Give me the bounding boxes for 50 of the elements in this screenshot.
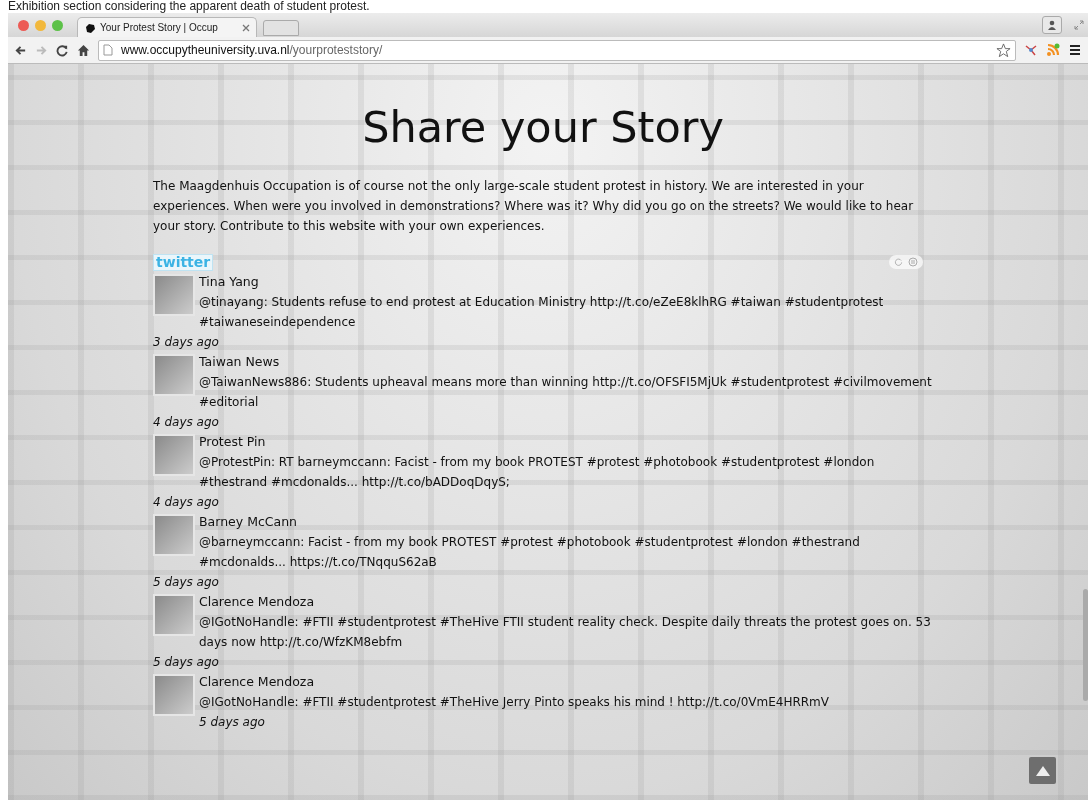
address-bar[interactable]: www.occupytheuniversity.uva.nl/yourproteststory/ (98, 39, 1016, 61)
browser-tab[interactable]: Your Protest Story | Occup (77, 17, 257, 37)
network-icon[interactable] (1024, 43, 1038, 57)
tweet-time[interactable]: 5 days ago (153, 572, 933, 592)
tweet-text: @ProtestPin: RT barneymccann: Facist - from my book PROTEST #protest #photobook #studentprotest #london #thestrand #mcdonalds... http://t.co/bADDoqDqyS; (199, 454, 876, 491)
tweet-time[interactable]: 4 days ago (153, 492, 933, 512)
tweet-author[interactable]: Tina Yang (199, 272, 933, 292)
page-title: Share your Story (361, 101, 725, 154)
arrow-up-icon (1035, 765, 1050, 776)
new-tab-button[interactable] (263, 20, 299, 36)
tweet-time[interactable]: 5 days ago (153, 652, 933, 672)
tweet-author[interactable]: Protest Pin (199, 432, 933, 452)
tweet-text: @IGotNoHandle: #FTII #studentprotest #TheHive Jerry Pinto speaks his mind ! http://t.co/0VmE4HRRmV (199, 694, 829, 711)
fullscreen-icon[interactable] (1074, 20, 1084, 30)
avatar-image[interactable] (153, 674, 195, 716)
reload-icon[interactable] (56, 43, 69, 57)
menu-icon[interactable] (1068, 43, 1082, 57)
forward-icon[interactable] (35, 43, 48, 57)
avatar-image[interactable] (153, 354, 195, 396)
back-icon[interactable] (14, 43, 27, 57)
tweet-text: @IGotNoHandle: #FTII #studentprotest #TheHive FTII student reality check. Despite daily threats the protest goes on. 53 days now http://t.co/WfzKM8ebfm (199, 614, 932, 651)
avatar-image[interactable] (153, 514, 195, 556)
close-tab-icon[interactable] (242, 23, 250, 32)
avatar-image[interactable] (153, 434, 195, 476)
minimize-window-button[interactable] (35, 19, 46, 31)
zoom-window-button[interactable] (52, 19, 63, 31)
avatar-image[interactable] (153, 594, 195, 636)
scrollbar-thumb[interactable] (1083, 589, 1088, 701)
home-icon[interactable] (77, 43, 90, 57)
rss-icon[interactable] (1046, 43, 1060, 57)
twitter-logo: twitter (153, 253, 214, 271)
tweet-author[interactable]: Clarence Mendoza (199, 672, 829, 692)
tweet-text: @barneymccann: Facist - from my book PROTEST #protest #photobook #studentprotest #london #thestrand #mcdonalds... https://t.co/TNqquS62aB (199, 534, 861, 571)
tweet-time[interactable]: 4 days ago (153, 412, 933, 432)
star-icon[interactable] (996, 42, 1011, 58)
tweet-text: @tinayang: Students refuse to end protest at Education Ministry http://t.co/eZeE8klhRG #taiwan #studentprotest #taiwaneseindependence (199, 294, 885, 331)
refresh-icon[interactable] (894, 257, 903, 266)
tweet-author[interactable]: Taiwan News (199, 352, 933, 372)
tweet-time[interactable]: 5 days ago (199, 712, 829, 732)
close-window-button[interactable] (18, 19, 29, 31)
user-icon[interactable] (1042, 16, 1062, 34)
page-icon (103, 44, 113, 56)
avatar-image[interactable] (153, 274, 195, 316)
tweet-author[interactable]: Barney McCann (199, 512, 933, 532)
caption-text: Exhibition section considering the apparent death of student protest. (7, 0, 371, 13)
tweet-author[interactable]: Clarence Mendoza (199, 592, 933, 612)
scroll-to-top-button[interactable] (1029, 757, 1056, 784)
intro-paragraph: The Maagdenhuis Occupation is of course not the only large-scale student protest in history. We are interested in your experiences. When were you involved in demonstrations? Where was it? Why did you go on the streets? We would like to hear your story. Contribute to this website with your own experiences. (153, 178, 915, 235)
tweet-text: @TaiwanNews886: Students upheaval means more than winning http://t.co/OFSFI5MjUk #studentprotest #civilmovement #editorial (199, 374, 933, 411)
tweet-time[interactable]: 3 days ago (153, 332, 933, 352)
